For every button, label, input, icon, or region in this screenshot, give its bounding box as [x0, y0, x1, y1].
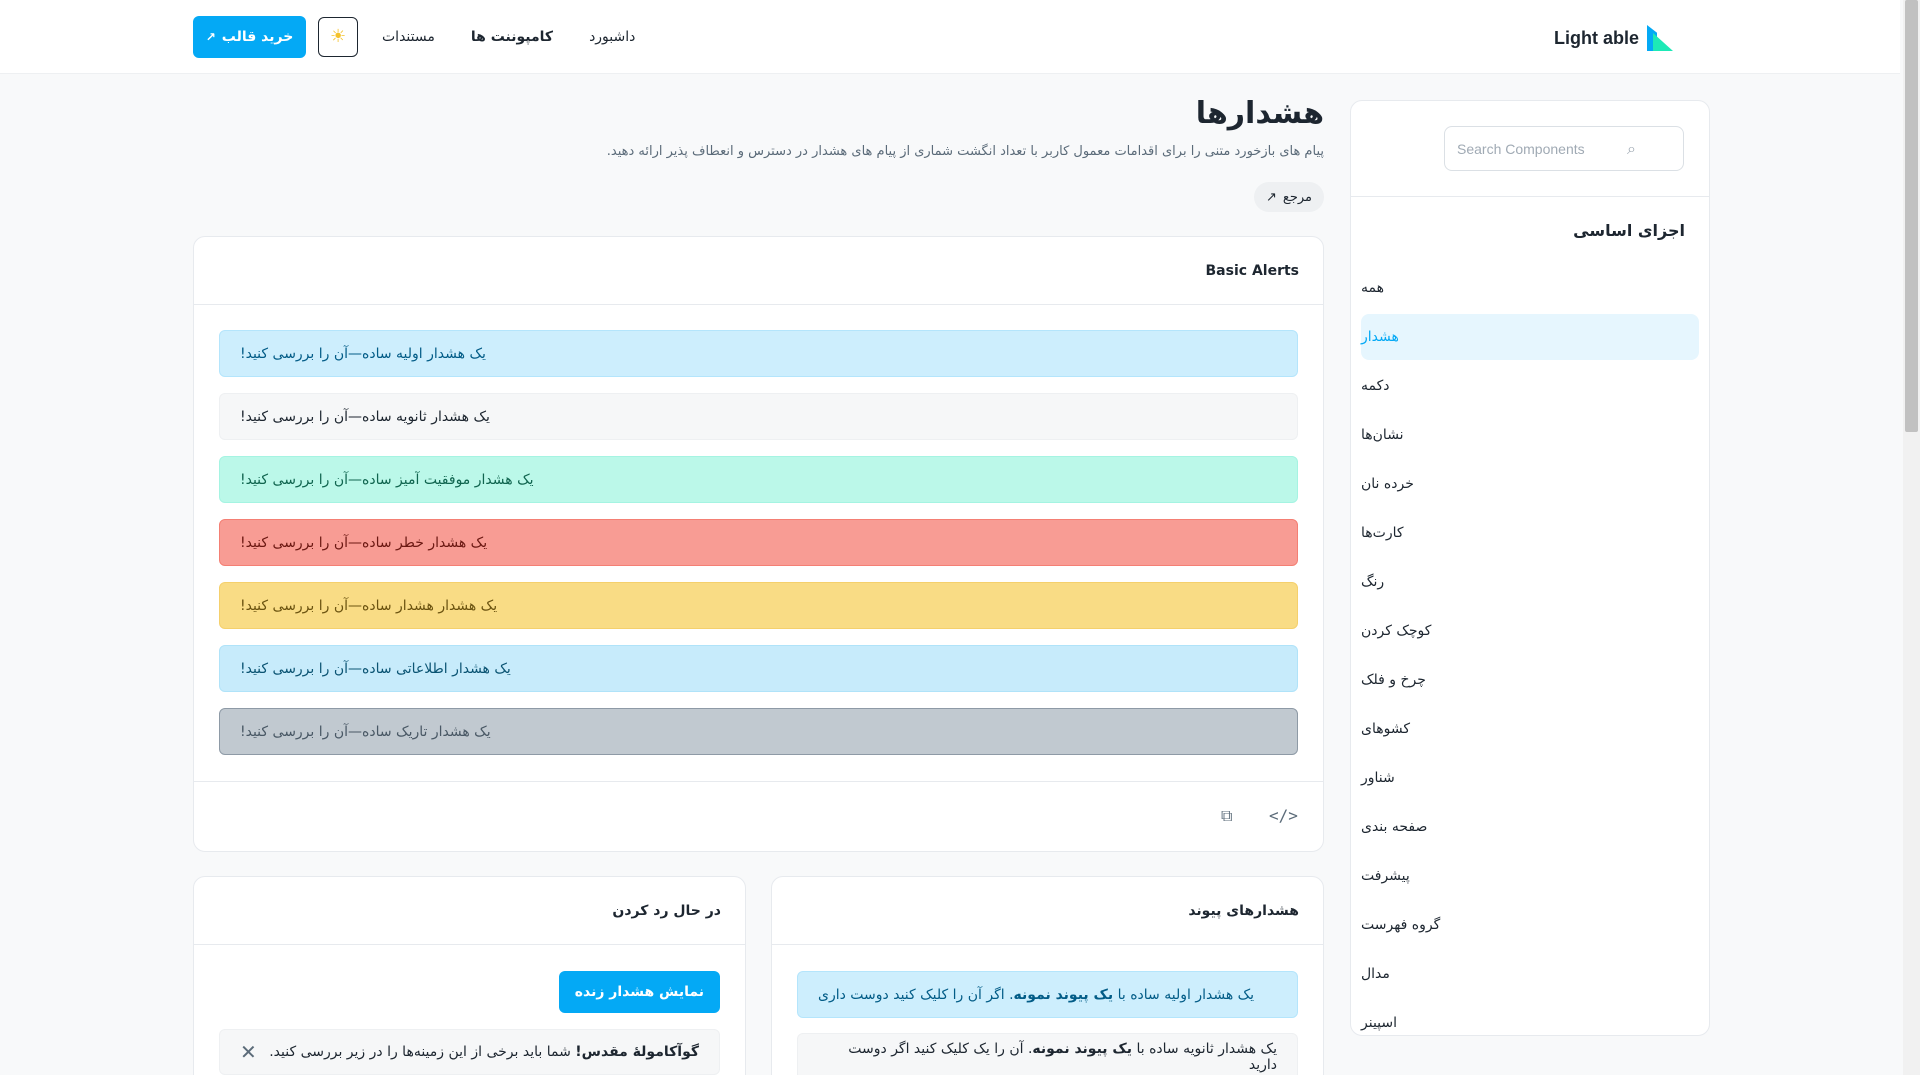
page-description: پیام های بازخورد متنی را برای اقدامات مع… — [606, 144, 1324, 159]
brand-logo-link[interactable]: Light able — [1554, 24, 1673, 52]
page-title: هشدارها — [1195, 96, 1324, 131]
alerts-list: یک هشدار اولیه ساده—آن را بررسی کنید! یک… — [194, 305, 1323, 755]
alert-danger: یک هشدار خطر ساده—آن را بررسی کنید! — [219, 519, 1298, 566]
alert-body-text: شما باید برخی از این زمینه‌ها را در زیر … — [269, 1044, 576, 1060]
link-alert-pre: یک هشدار ثانویه ساده با — [1132, 1040, 1277, 1057]
search-box[interactable]: ⌕ — [1444, 126, 1684, 171]
sidebar-item-offcanvas[interactable]: شناور — [1361, 755, 1699, 801]
alert-dark: یک هشدار تاریک ساده—آن را بررسی کنید! — [219, 708, 1298, 755]
alert-warning: یک هشدار هشدار ساده—آن را بررسی کنید! — [219, 582, 1298, 629]
nav-link-docs[interactable]: مستندات — [370, 29, 447, 45]
nav-link-dashboard[interactable]: داشبورد — [577, 29, 647, 45]
alert-link[interactable]: یک پیوند نمونه — [1032, 1041, 1132, 1057]
card-title: هشدارهای پیوند — [772, 877, 1323, 945]
buy-theme-label: خرید قالب — [221, 28, 294, 45]
dismissible-alert: گوآکامولهٔ مقدس! شما باید برخی از این زم… — [219, 1029, 720, 1075]
buy-theme-button[interactable]: خرید قالب ↗ — [193, 15, 306, 58]
sidebar-item-modal[interactable]: مدال — [1361, 951, 1699, 997]
link-alert-text: یک هشدار اولیه ساده با یک پیوند نمونه. ا… — [818, 987, 1254, 1003]
link-alert-text: یک هشدار ثانویه ساده با یک پیوند نمونه. … — [818, 1041, 1277, 1073]
sidebar-item-dropdowns[interactable]: کشوهای — [1361, 706, 1699, 752]
copy-icon[interactable]: ⧉ — [1221, 806, 1232, 826]
alert-primary: یک هشدار اولیه ساده—آن را بررسی کنید! — [219, 330, 1298, 377]
scrollbar-thumb[interactable] — [1905, 0, 1918, 432]
sidebar-heading: اجزای اساسی — [1573, 221, 1685, 240]
sun-icon: ☀ — [329, 26, 347, 47]
brand-name: Light able — [1554, 27, 1639, 48]
basic-alerts-card: Basic Alerts یک هشدار اولیه ساده—آن را ب… — [193, 236, 1324, 852]
close-icon[interactable]: ✕ — [240, 1040, 257, 1064]
alert-link[interactable]: یک پیوند نمونه — [1014, 987, 1114, 1003]
sidebar-item-cards[interactable]: کارت‌ها — [1361, 510, 1699, 556]
top-navbar: Light able داشبورد کامپوننت ها مستندات ☀… — [0, 0, 1900, 74]
brand-logo-icon — [1647, 25, 1673, 51]
nav-links: داشبورد کامپوننت ها مستندات ☀ خرید قالب … — [193, 15, 647, 58]
link-alerts-card: هشدارهای پیوند یک هشدار اولیه ساده با یک… — [771, 876, 1324, 1075]
sidebar-item-all[interactable]: همه — [1361, 265, 1699, 311]
sidebar-item-pagination[interactable]: صفحه بندی — [1361, 804, 1699, 850]
alert-secondary: یک هشدار ثانویه ساده—آن را بررسی کنید! — [219, 393, 1298, 440]
reference-button[interactable]: مرجع ↗ — [1254, 182, 1324, 212]
search-input[interactable] — [1457, 140, 1617, 157]
sidebar-item-color[interactable]: رنگ — [1361, 559, 1699, 605]
dismissing-card: در حال رد کردن نمایش هشدار زنده گوآکامول… — [193, 876, 746, 1075]
sidebar-item-list-group[interactable]: گروه فهرست — [1361, 902, 1699, 948]
external-link-icon: ↗ — [205, 29, 216, 44]
theme-toggle-button[interactable]: ☀ — [318, 16, 358, 57]
sidebar-item-breadcrumb[interactable]: خرده نان — [1361, 461, 1699, 507]
code-icon[interactable]: </> — [1269, 806, 1298, 825]
link-alert-primary: یک هشدار اولیه ساده با یک پیوند نمونه. ا… — [797, 971, 1298, 1018]
external-link-icon: ↗ — [1266, 189, 1277, 205]
page-scrollbar[interactable] — [1903, 0, 1920, 1075]
link-alert-secondary: یک هشدار ثانویه ساده با یک پیوند نمونه. … — [797, 1033, 1298, 1075]
sidebar-item-alert[interactable]: هشدار — [1361, 314, 1699, 360]
card-title: Basic Alerts — [194, 237, 1323, 305]
components-sidebar: ⌕ اجزای اساسی همه هشدار دکمه نشان‌ها خرد… — [1350, 100, 1710, 1036]
sidebar-item-button[interactable]: دکمه — [1361, 363, 1699, 409]
show-live-alert-button[interactable]: نمایش هشدار زنده — [558, 971, 720, 1013]
sidebar-item-spinner[interactable]: اسپینر — [1361, 1000, 1699, 1035]
search-icon: ⌕ — [1627, 138, 1636, 158]
sidebar-item-progress[interactable]: پیشرفت — [1361, 853, 1699, 899]
card-title: در حال رد کردن — [194, 877, 745, 945]
link-alert-pre: یک هشدار اولیه ساده با — [1113, 986, 1255, 1003]
link-alert-post: . اگر آن را کلیک کنید دوست داری — [818, 986, 1014, 1003]
alert-bold-text: گوآکامولهٔ مقدس! — [575, 1044, 699, 1060]
sidebar-list: همه هشدار دکمه نشان‌ها خرده نان کارت‌ها … — [1361, 265, 1699, 1035]
alert-info: یک هشدار اطلاعاتی ساده—آن را بررسی کنید! — [219, 645, 1298, 692]
card-footer: ⧉ </> — [194, 781, 1323, 851]
nav-link-components[interactable]: کامپوننت ها — [459, 29, 565, 45]
sidebar-item-collapse[interactable]: کوچک کردن — [1361, 608, 1699, 654]
reference-label: مرجع — [1282, 189, 1312, 205]
sidebar-item-badges[interactable]: نشان‌ها — [1361, 412, 1699, 458]
alert-success: یک هشدار موفقیت آمیز ساده—آن را بررسی کن… — [219, 456, 1298, 503]
dismissible-alert-text: گوآکامولهٔ مقدس! شما باید برخی از این زم… — [269, 1044, 699, 1060]
sidebar-search-section: ⌕ — [1351, 101, 1709, 197]
sidebar-item-carousel[interactable]: چرخ و فلک — [1361, 657, 1699, 703]
